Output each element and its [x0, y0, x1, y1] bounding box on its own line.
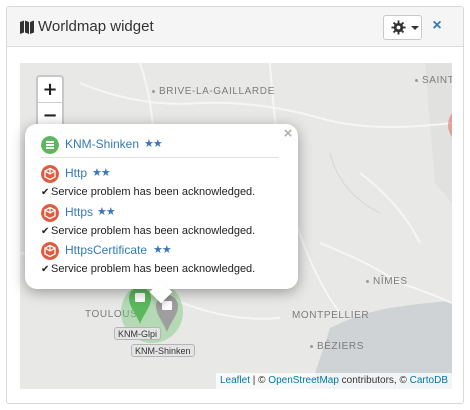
city-label-saint: SAINT-	[415, 75, 452, 86]
zoom-control: + −	[36, 75, 64, 131]
settings-dropdown-button[interactable]	[383, 15, 422, 40]
ack-message: ✔ Service problem has been acknowledged.	[41, 263, 256, 275]
city-label-brive: BRIVE-LA-GAILLARDE	[152, 86, 275, 97]
service-business-impact-stars: ★★	[97, 206, 116, 218]
ack-message: ✔ Service problem has been acknowledged.	[41, 186, 256, 198]
gear-icon	[391, 20, 406, 35]
close-widget-button[interactable]: ×	[430, 17, 444, 35]
map-icon	[20, 20, 34, 34]
cube-icon	[41, 242, 59, 260]
popup-close-button[interactable]: ×	[282, 126, 294, 141]
service-name-link[interactable]: Http	[65, 166, 87, 180]
check-icon: ✔	[41, 187, 50, 198]
host-name-link[interactable]: KNM-Shinken	[65, 137, 139, 151]
attribution-text: | ©	[249, 375, 269, 386]
marker-label-shinken: KNM-Shinken	[131, 344, 195, 357]
check-icon: ✔	[41, 264, 50, 275]
city-label-beziers: BÉZIERS	[310, 341, 364, 352]
map-attribution: Leaflet | © OpenStreetMap contributors, …	[215, 373, 452, 389]
cube-icon	[41, 204, 59, 222]
zoom-in-button[interactable]: +	[38, 77, 62, 103]
service-business-impact-stars: ★★	[153, 244, 172, 256]
host-business-impact-stars: ★★	[144, 138, 163, 150]
widget-header: Worldmap widget ×	[7, 7, 463, 47]
check-icon: ✔	[41, 226, 50, 237]
server-icon	[41, 136, 59, 154]
marker-label-glpi: KNM-Glpi	[114, 327, 162, 340]
widget-title: Worldmap widget	[38, 18, 154, 35]
attribution-text: contributors, ©	[338, 375, 410, 386]
service-name-link[interactable]: HttpsCertificate	[65, 243, 147, 257]
openstreetmap-link[interactable]: OpenStreetMap	[268, 375, 339, 386]
popup-divider	[41, 157, 279, 158]
cartodb-link[interactable]: CartoDB	[410, 375, 448, 386]
host-popup: × KNM-Shinken ★★ Http ★★ ✔ Service proble…	[25, 124, 298, 304]
service-name-link[interactable]: Https	[65, 205, 93, 219]
service-business-impact-stars: ★★	[92, 167, 111, 179]
cube-icon	[41, 165, 59, 183]
city-label-nimes: NÎMES	[366, 276, 408, 287]
chevron-down-icon	[411, 26, 419, 30]
ack-message: ✔ Service problem has been acknowledged.	[41, 225, 256, 237]
city-label-montpellier: MONTPELLIER	[292, 310, 370, 321]
leaflet-link[interactable]: Leaflet	[220, 375, 250, 386]
